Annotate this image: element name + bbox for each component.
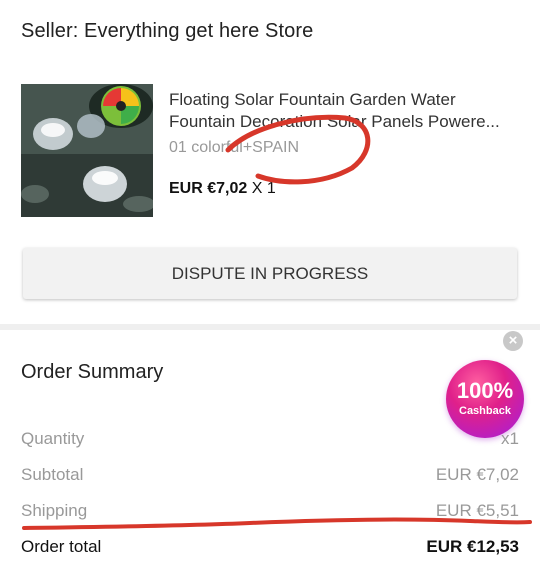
quantity-value: x1 — [501, 429, 519, 448]
product-price-line: EUR €7,02 X 1 — [169, 180, 276, 198]
product-price: EUR €7,02 — [169, 180, 248, 197]
shipping-value: EUR €5,51 — [435, 501, 519, 520]
cashback-badge[interactable]: 100% Cashback — [446, 360, 524, 438]
close-icon[interactable]: × — [503, 331, 523, 351]
quantity-label: Quantity — [21, 429, 85, 448]
product-item[interactable]: Floating Solar Fountain Garden Water Fou… — [21, 84, 521, 218]
order-total-value: EUR €12,53 — [426, 537, 519, 556]
subtotal-label: Subtotal — [21, 465, 84, 484]
dispute-in-progress-button[interactable]: DISPUTE IN PROGRESS — [23, 248, 517, 299]
cashback-percent: 100% — [456, 378, 514, 403]
cashback-label: Cashback — [459, 405, 511, 417]
order-summary-title: Order Summary — [21, 361, 164, 383]
product-quantity: X 1 — [251, 180, 276, 197]
subtotal-value: EUR €7,02 — [435, 465, 519, 484]
product-title[interactable]: Floating Solar Fountain Garden Water Fou… — [169, 89, 519, 133]
shipping-label: Shipping — [21, 501, 88, 520]
product-thumbnail[interactable] — [21, 84, 153, 217]
seller-name[interactable]: Seller: Everything get here Store — [21, 20, 313, 43]
order-total-label: Order total — [21, 537, 102, 556]
product-variant: 01 colorful+SPAIN — [169, 139, 299, 156]
